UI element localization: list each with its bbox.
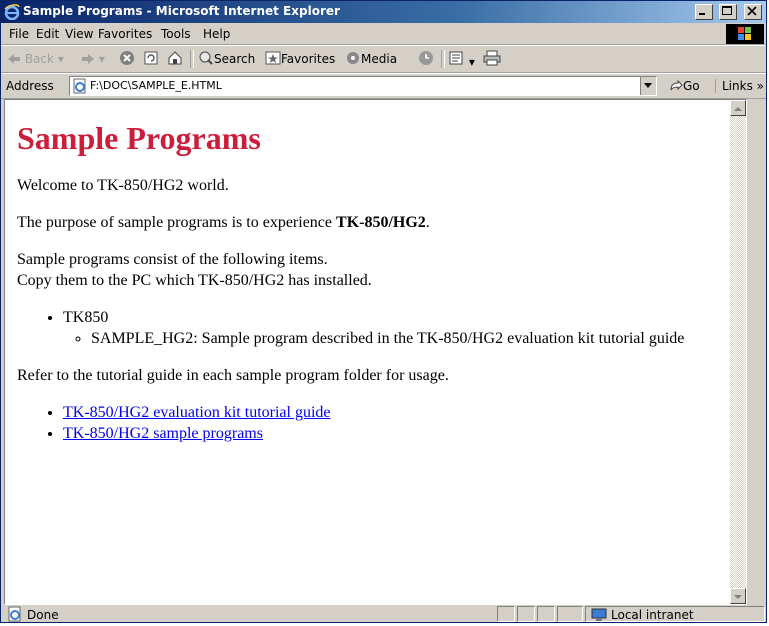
- forward-button[interactable]: ▾: [81, 50, 105, 68]
- document-body: Sample Programs Welcome to TK-850/HG2 wo…: [17, 110, 732, 460]
- standard-toolbar: Back ▾ ▾ Search Favorites Media ▾: [1, 45, 766, 73]
- favorites-button[interactable]: Favorites: [265, 50, 335, 68]
- address-dropdown-button[interactable]: [640, 77, 656, 95]
- status-text: Done: [27, 608, 59, 622]
- page-title: Sample Programs: [17, 120, 261, 156]
- product-name: TK-850/HG2: [336, 214, 426, 231]
- item-list: TK850 SAMPLE_HG2: Sample program describ…: [17, 307, 732, 349]
- page-icon: [72, 78, 88, 98]
- media-icon: [347, 52, 359, 64]
- scroll-down-button[interactable]: [730, 588, 746, 604]
- mail-button[interactable]: ▾: [449, 50, 475, 69]
- list-item: TK-850/HG2 evaluation kit tutorial guide: [63, 402, 732, 423]
- maximize-button[interactable]: [718, 4, 737, 20]
- print-icon: [483, 50, 501, 66]
- menu-favorites[interactable]: Favorites: [98, 27, 152, 41]
- back-button[interactable]: Back ▾: [7, 50, 64, 68]
- browser-window: Sample Programs - Microsoft Internet Exp…: [0, 0, 767, 623]
- search-icon: [199, 51, 213, 65]
- list-item: TK850 SAMPLE_HG2: Sample program describ…: [63, 307, 732, 349]
- status-bar: Done Local intranet: [1, 605, 766, 623]
- menu-edit[interactable]: Edit: [36, 27, 59, 41]
- links-button[interactable]: Links »: [715, 79, 764, 93]
- status-panel: [557, 606, 583, 622]
- search-button[interactable]: Search: [198, 50, 255, 68]
- stop-button[interactable]: [119, 50, 135, 68]
- page-done-icon: [7, 606, 23, 622]
- toolbar-separator: [190, 50, 194, 68]
- media-button[interactable]: Media: [345, 50, 397, 68]
- menu-file[interactable]: File: [9, 27, 29, 41]
- minimize-button[interactable]: [694, 4, 713, 20]
- address-label: Address: [6, 79, 54, 93]
- purpose-text: The purpose of sample programs is to exp…: [17, 214, 430, 231]
- ie-logo-icon: [4, 4, 20, 21]
- stop-icon: [120, 51, 134, 65]
- vertical-scrollbar[interactable]: [730, 100, 746, 604]
- title-bar[interactable]: Sample Programs - Microsoft Internet Exp…: [1, 1, 766, 23]
- menu-view[interactable]: View: [65, 27, 93, 41]
- status-panel: [537, 606, 555, 622]
- scroll-up-button[interactable]: [730, 100, 746, 116]
- menu-bar: File Edit View Favorites Tools Help: [1, 24, 766, 45]
- refresh-icon: [144, 51, 158, 65]
- go-button[interactable]: Go: [669, 79, 700, 93]
- welcome-text: Welcome to TK-850/HG2 world.: [17, 177, 229, 194]
- toolbar-separator: [441, 50, 445, 68]
- menu-tools[interactable]: Tools: [161, 27, 191, 41]
- close-button[interactable]: [744, 4, 762, 20]
- history-button[interactable]: [417, 50, 435, 68]
- history-icon: [419, 51, 433, 65]
- go-arrow-icon: [670, 79, 683, 91]
- consist-text: Sample programs consist of the following…: [17, 251, 372, 289]
- address-url: F:\DOC\SAMPLE_E.HTML: [90, 79, 222, 92]
- print-button[interactable]: [483, 50, 501, 68]
- page-content: Sample Programs Welcome to TK-850/HG2 wo…: [4, 99, 747, 605]
- address-bar: Address F:\DOC\SAMPLE_E.HTML Go Links »: [1, 73, 766, 99]
- menu-help[interactable]: Help: [203, 27, 230, 41]
- list-item: TK-850/HG2 sample programs: [63, 423, 732, 444]
- home-button[interactable]: [167, 50, 183, 68]
- status-panel: [497, 606, 515, 622]
- refresh-button[interactable]: [143, 50, 159, 68]
- sub-list-item: SAMPLE_HG2: Sample program described in …: [91, 328, 732, 349]
- window-title: Sample Programs - Microsoft Internet Exp…: [23, 4, 340, 18]
- local-intranet-icon: [591, 607, 607, 626]
- sample-programs-link[interactable]: TK-850/HG2 sample programs: [63, 425, 263, 442]
- address-input[interactable]: F:\DOC\SAMPLE_E.HTML: [69, 76, 657, 96]
- home-icon: [168, 51, 182, 65]
- mail-icon: [449, 51, 463, 65]
- link-list: TK-850/HG2 evaluation kit tutorial guide…: [17, 402, 732, 444]
- favorites-star-icon: [265, 51, 281, 65]
- refer-text: Refer to the tutorial guide in each samp…: [17, 367, 449, 384]
- status-panel: [517, 606, 535, 622]
- security-zone-text: Local intranet: [611, 608, 694, 622]
- forward-arrow-icon: [82, 54, 94, 64]
- tutorial-guide-link[interactable]: TK-850/HG2 evaluation kit tutorial guide: [63, 404, 331, 421]
- windows-logo-icon: [726, 24, 764, 44]
